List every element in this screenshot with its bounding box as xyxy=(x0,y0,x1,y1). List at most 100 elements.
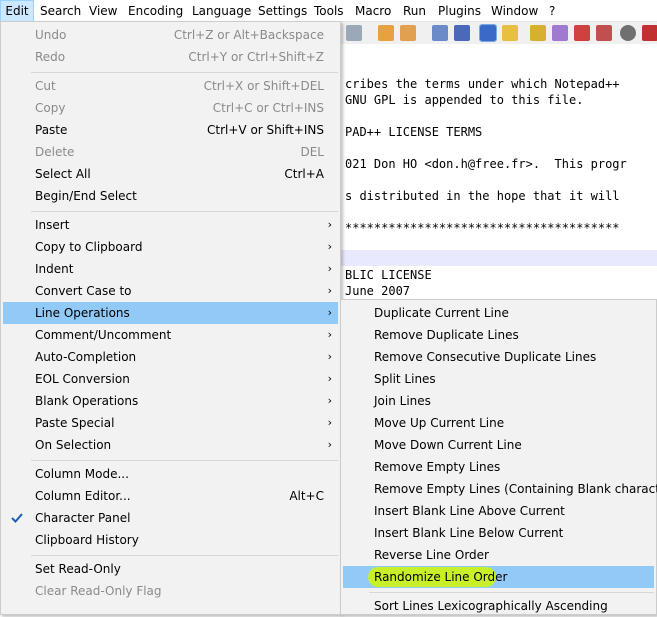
menu-item-remove-duplicate-lines[interactable]: Remove Duplicate Lines xyxy=(343,324,654,346)
menu-item-shortcut: Alt+C xyxy=(289,489,324,503)
menu-item-column-mode[interactable]: Column Mode... xyxy=(3,463,338,485)
menu-item-randomize-line-order[interactable]: Randomize Line Order xyxy=(343,566,654,588)
menu-item-redo[interactable]: Redo Ctrl+Y or Ctrl+Shift+Z xyxy=(3,46,338,68)
toolbar-map-icon[interactable] xyxy=(552,25,568,41)
toolbar-function-list-icon[interactable] xyxy=(574,25,590,41)
menu-item-duplicate-current-line[interactable]: Duplicate Current Line xyxy=(343,302,654,324)
menu-item-paste-special[interactable]: Paste Special › xyxy=(3,412,338,434)
menu-search[interactable]: Search xyxy=(40,0,81,22)
menu-item-clear-read-only[interactable]: Clear Read-Only Flag xyxy=(3,580,338,602)
menu-item-move-up-line[interactable]: Move Up Current Line xyxy=(343,412,654,434)
editor-line: s distributed in the hope that it will xyxy=(345,189,620,203)
menu-separator xyxy=(31,460,338,461)
menu-separator xyxy=(31,555,338,556)
menu-item-remove-empty-lines[interactable]: Remove Empty Lines xyxy=(343,456,654,478)
editor-line: cribes the terms under which Notepad++ xyxy=(345,77,620,91)
menu-item-convert-case[interactable]: Convert Case to › xyxy=(3,280,338,302)
toolbar-redo-icon[interactable] xyxy=(346,25,362,41)
menu-item-label: Insert Blank Line Above Current xyxy=(374,504,565,518)
toolbar-record-icon[interactable] xyxy=(642,25,657,41)
menu-item-auto-completion[interactable]: Auto-Completion › xyxy=(3,346,338,368)
menu-plugins[interactable]: Plugins xyxy=(438,0,481,22)
menu-item-insert[interactable]: Insert › xyxy=(3,214,338,236)
menu-macro[interactable]: Macro xyxy=(355,0,391,22)
menu-item-insert-blank-below[interactable]: Insert Blank Line Below Current xyxy=(343,522,654,544)
menu-item-label: Paste xyxy=(35,123,68,137)
menu-item-select-all[interactable]: Select All Ctrl+A xyxy=(3,163,338,185)
menu-item-label: Paste Special xyxy=(35,416,115,430)
menu-item-label: Select All xyxy=(35,167,91,181)
menu-item-shortcut: Ctrl+Y or Ctrl+Shift+Z xyxy=(188,50,324,64)
menu-item-column-editor[interactable]: Column Editor... Alt+C xyxy=(3,485,338,507)
menu-item-indent[interactable]: Indent › xyxy=(3,258,338,280)
submenu-arrow-icon: › xyxy=(327,416,332,429)
submenu-arrow-icon: › xyxy=(327,240,332,253)
submenu-arrow-icon: › xyxy=(327,372,332,385)
menu-item-cut[interactable]: Cut Ctrl+X or Shift+DEL xyxy=(3,75,338,97)
menu-edit[interactable]: Edit xyxy=(0,0,34,22)
menu-item-move-down-line[interactable]: Move Down Current Line xyxy=(343,434,654,456)
menu-item-label: Begin/End Select xyxy=(35,189,137,203)
menu-item-label: Remove Empty Lines xyxy=(374,460,501,474)
menu-item-blank-operations[interactable]: Blank Operations › xyxy=(3,390,338,412)
menu-item-clipboard-history[interactable]: Clipboard History xyxy=(3,529,338,551)
editor-line: PAD++ LICENSE TERMS xyxy=(345,125,483,139)
toolbar-paragraph-icon[interactable] xyxy=(454,25,470,41)
toolbar-udl-icon[interactable] xyxy=(530,25,546,41)
menu-tools[interactable]: Tools xyxy=(314,0,344,22)
submenu-arrow-icon: › xyxy=(327,306,332,319)
menu-item-set-read-only[interactable]: Set Read-Only xyxy=(3,558,338,580)
toolbar-zoom-icon[interactable] xyxy=(432,25,448,41)
menu-help[interactable]: ? xyxy=(549,0,555,22)
toolbar-monitor-icon[interactable] xyxy=(620,25,636,41)
menu-item-label: EOL Conversion xyxy=(35,372,130,386)
menu-item-insert-blank-above[interactable]: Insert Blank Line Above Current xyxy=(343,500,654,522)
menu-settings[interactable]: Settings xyxy=(258,0,307,22)
menu-item-remove-consecutive-duplicates[interactable]: Remove Consecutive Duplicate Lines xyxy=(343,346,654,368)
menu-item-paste[interactable]: Paste Ctrl+V or Shift+INS xyxy=(3,119,338,141)
menu-item-eol-conversion[interactable]: EOL Conversion › xyxy=(3,368,338,390)
menu-item-label: Remove Consecutive Duplicate Lines xyxy=(374,350,597,364)
editor-line: 021 Don HO <don.h@free.fr>. This progr xyxy=(345,157,627,171)
menu-item-remove-empty-lines-blank[interactable]: Remove Empty Lines (Containing Blank cha… xyxy=(343,478,657,500)
menu-item-comment-uncomment[interactable]: Comment/Uncomment › xyxy=(3,324,338,346)
menu-language[interactable]: Language xyxy=(192,0,251,22)
menu-item-label: Remove Duplicate Lines xyxy=(374,328,519,342)
menu-item-delete[interactable]: Delete DEL xyxy=(3,141,338,163)
menu-item-on-selection[interactable]: On Selection › xyxy=(3,434,338,456)
menu-item-label: Clipboard History xyxy=(35,533,139,547)
menu-item-shortcut: Ctrl+A xyxy=(284,167,324,181)
line-operations-submenu: Duplicate Current Line Remove Duplicate … xyxy=(340,299,657,615)
menu-item-label: Auto-Completion xyxy=(35,350,137,364)
toolbar-folder-icon[interactable] xyxy=(596,25,612,41)
menu-item-label: Delete xyxy=(35,145,75,159)
menu-item-label: Insert Blank Line Below Current xyxy=(374,526,564,540)
menu-item-label: Line Operations xyxy=(35,306,130,320)
toolbar-indent-guide-icon[interactable] xyxy=(502,25,518,41)
menu-item-copy[interactable]: Copy Ctrl+C or Ctrl+INS xyxy=(3,97,338,119)
menu-view[interactable]: View xyxy=(89,0,117,22)
toolbar-wrap-icon[interactable] xyxy=(479,24,497,42)
menu-item-line-operations[interactable]: Line Operations › xyxy=(3,302,338,324)
toolbar-find-icon[interactable] xyxy=(378,25,394,41)
menu-item-label: Convert Case to xyxy=(35,284,132,298)
menu-item-join-lines[interactable]: Join Lines xyxy=(343,390,654,412)
menu-window[interactable]: Window xyxy=(491,0,538,22)
menu-item-label: Blank Operations xyxy=(35,394,139,408)
menu-bar: Edit Search View Encoding Language Setti… xyxy=(0,0,657,22)
menu-item-sort-lex-ascending[interactable]: Sort Lines Lexicographically Ascending xyxy=(343,595,654,617)
menu-run[interactable]: Run xyxy=(403,0,426,22)
menu-item-reverse-line-order[interactable]: Reverse Line Order xyxy=(343,544,654,566)
submenu-arrow-icon: › xyxy=(327,350,332,363)
menu-item-undo[interactable]: Undo Ctrl+Z or Alt+Backspace xyxy=(3,24,338,46)
menu-separator xyxy=(369,592,654,593)
toolbar-replace-icon[interactable] xyxy=(400,25,416,41)
editor-line: June 2007 xyxy=(345,284,411,298)
menu-item-label: Remove Empty Lines (Containing Blank cha… xyxy=(374,482,657,496)
menu-item-copy-to-clipboard[interactable]: Copy to Clipboard › xyxy=(3,236,338,258)
menu-item-label: Move Down Current Line xyxy=(374,438,522,452)
menu-item-character-panel[interactable]: Character Panel xyxy=(3,507,338,529)
menu-item-split-lines[interactable]: Split Lines xyxy=(343,368,654,390)
menu-encoding[interactable]: Encoding xyxy=(128,0,183,22)
menu-item-begin-end-select[interactable]: Begin/End Select xyxy=(3,185,338,207)
